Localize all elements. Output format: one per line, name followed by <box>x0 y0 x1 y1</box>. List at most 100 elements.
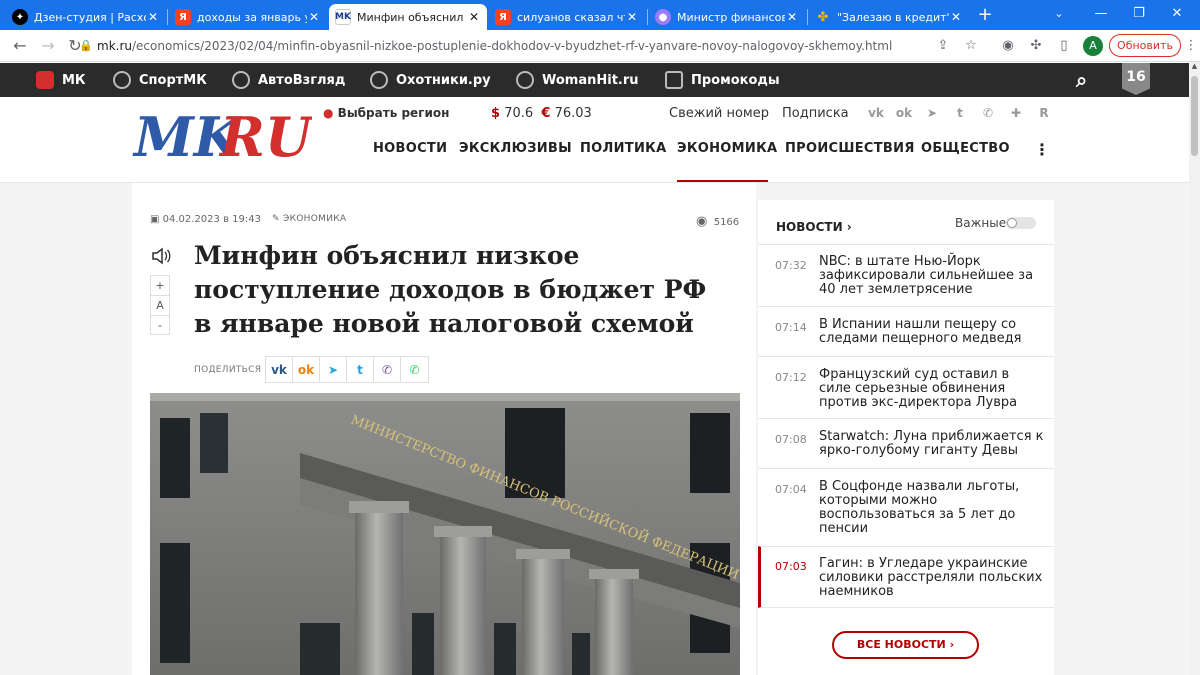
extension-icon[interactable]: ◉ <box>999 37 1017 55</box>
subscription-link[interactable]: Подписка <box>782 106 849 121</box>
news-item[interactable]: 07:12 Французский суд оставил в силе сер… <box>758 356 1054 418</box>
article-date: ▣ 04.02.2023 в 19:43 <box>150 214 261 225</box>
browser-tab-active[interactable]: MK Минфин объяснил ни ✕ <box>329 4 487 30</box>
share-whatsapp-icon[interactable]: ✆ <box>401 357 428 382</box>
toggle-knob <box>1007 218 1017 228</box>
page-scrollbar[interactable]: ▲ <box>1189 62 1200 675</box>
close-tab-icon[interactable]: ✕ <box>307 10 321 24</box>
browser-tab[interactable]: Я доходы за январь упа ✕ <box>169 4 327 30</box>
close-tab-icon[interactable]: ✕ <box>467 10 481 24</box>
puzzle-icon[interactable]: ✣ <box>1027 37 1045 55</box>
browser-tab[interactable]: ● Министр финансов Р ✕ <box>649 4 805 30</box>
vk-icon[interactable]: vk <box>867 104 885 122</box>
yandex-icon: Я <box>175 9 191 25</box>
pencil-icon: ✎ <box>272 214 280 224</box>
close-tab-icon[interactable]: ✕ <box>146 10 160 24</box>
news-item[interactable]: 07:04 В Соцфонде назвали льготы, которым… <box>758 468 1054 546</box>
network-link-womanhit[interactable]: WomanHit.ru <box>516 63 639 97</box>
search-icon[interactable]: ⌕ <box>1076 63 1087 97</box>
lock-icon[interactable]: 🔒 <box>77 37 95 55</box>
viber-icon[interactable]: ✆ <box>979 104 997 122</box>
profile-avatar[interactable]: A <box>1083 36 1103 56</box>
tab-title: "Залезаю в кредит": с <box>837 10 949 24</box>
new-tab-button[interactable]: + <box>974 6 996 26</box>
bookmark-star-icon[interactable]: ☆ <box>962 37 980 55</box>
font-decrease-button[interactable]: - <box>151 316 169 336</box>
share-vk-icon[interactable]: vk <box>266 357 293 382</box>
share-telegram-icon[interactable]: ➤ <box>320 357 347 382</box>
browser-tab[interactable]: Я силуанов сказал что ✕ <box>489 4 645 30</box>
scroll-up-arrow-icon[interactable]: ▲ <box>1189 62 1200 73</box>
font-reset-button[interactable]: A <box>151 296 169 316</box>
network-link-ohotniki[interactable]: Охотники.ру <box>370 63 491 97</box>
more-menu-icon[interactable]: ⋮ <box>1034 140 1050 159</box>
menu-item-incidents[interactable]: ПРОИСШЕСТВИЯ <box>785 141 915 156</box>
percent-tag-icon <box>665 71 683 89</box>
share-page-icon[interactable]: ⇪ <box>934 37 952 55</box>
female-icon <box>516 71 534 89</box>
news-time: 07:14 <box>775 321 807 334</box>
mkru-logo[interactable]: MK RU <box>132 106 312 164</box>
article-category-text: ЭКОНОМИКА <box>283 214 347 224</box>
font-size-control: + A - <box>150 275 170 335</box>
network-link-autovzglyad[interactable]: АвтоВзгляд <box>232 63 345 97</box>
close-tab-icon[interactable]: ✕ <box>625 10 639 24</box>
telegram-icon[interactable]: ➤ <box>923 104 941 122</box>
share-ok-icon[interactable]: ok <box>293 357 320 382</box>
target-icon <box>370 71 388 89</box>
close-window-button[interactable]: ✕ <box>1154 0 1200 30</box>
news-item[interactable]: 07:32 NBC: в штате Нью-Йорк зафиксировал… <box>758 244 1054 306</box>
browser-tab[interactable]: ✦ Дзен-студия | Расходы ✕ <box>6 4 166 30</box>
tab-title: Минфин объяснил ни <box>357 10 467 24</box>
network-link-label: СпортМК <box>139 72 207 88</box>
menu-item-politics[interactable]: ПОЛИТИКА <box>580 141 666 156</box>
share-twitter-icon[interactable]: t <box>347 357 374 382</box>
region-selector[interactable]: ● Выбрать регион <box>323 106 449 120</box>
mk-icon: MK <box>335 9 351 25</box>
news-text: В Испании нашли пещеру со следами пещерн… <box>819 317 1022 346</box>
url-path: /economics/2023/02/04/minfin-obyasnil-ni… <box>132 39 893 53</box>
close-tab-icon[interactable]: ✕ <box>785 10 799 24</box>
newspaper-icon <box>36 71 54 89</box>
important-toggle[interactable] <box>1006 217 1036 229</box>
odnoklassniki-icon[interactable]: ok <box>895 104 913 122</box>
back-arrow-icon[interactable]: ← <box>10 36 30 56</box>
share-viber-icon[interactable]: ✆ <box>374 357 401 382</box>
twitter-icon[interactable]: t <box>951 104 969 122</box>
all-news-button[interactable]: ВСЕ НОВОСТИ › <box>832 631 979 659</box>
news-text: Французский суд оставил в силе серьезные… <box>819 367 1018 410</box>
menu-item-news[interactable]: НОВОСТИ <box>373 141 447 156</box>
article-category[interactable]: ✎ ЭКОНОМИКА <box>272 214 346 224</box>
menu-kebab-icon[interactable]: ⋮ <box>1182 37 1200 55</box>
menu-item-society[interactable]: ОБЩЕСТВО <box>921 141 1010 156</box>
network-link-mk[interactable]: МК <box>36 63 86 97</box>
menu-item-exclusives[interactable]: ЭКСКЛЮЗИВЫ <box>459 141 572 156</box>
forward-arrow-icon[interactable]: → <box>38 36 58 56</box>
url-host: mk.ru <box>97 39 132 53</box>
address-bar[interactable]: mk.ru/economics/2023/02/04/minfin-obyasn… <box>97 35 987 57</box>
browser-tab-strip: ✦ Дзен-студия | Расходы ✕ Я доходы за ян… <box>0 0 1200 30</box>
network-link-sportmk[interactable]: СпортМК <box>113 63 207 97</box>
update-button[interactable]: Обновить <box>1109 34 1181 57</box>
menu-item-economy[interactable]: ЭКОНОМИКА <box>677 141 777 156</box>
rss-icon[interactable]: R <box>1035 104 1053 122</box>
fresh-issue-link[interactable]: Свежий номер <box>669 106 769 121</box>
article-views: ◉ 5166 <box>696 214 739 229</box>
news-item[interactable]: 07:08 Starwatch: Луна приближается к ярк… <box>758 418 1054 468</box>
network-link-promocodes[interactable]: Промокоды <box>665 63 780 97</box>
news-item[interactable]: 07:14 В Испании нашли пещеру со следами … <box>758 306 1054 356</box>
tab-search-icon[interactable]: ⌄ <box>1036 0 1082 30</box>
scrollbar-thumb[interactable] <box>1191 76 1198 156</box>
news-text: В Соцфонде назвали льготы, которыми можн… <box>819 479 1020 536</box>
news-item-highlighted[interactable]: 07:03 Гагин: в Угледаре украинские силов… <box>758 546 1054 608</box>
news-time: 07:08 <box>775 433 807 446</box>
tab-title: силуанов сказал что <box>517 10 625 24</box>
plus-icon[interactable]: ✚ <box>1007 104 1025 122</box>
ball-icon <box>113 71 131 89</box>
browser-tab[interactable]: ✤ "Залезаю в кредит": с ✕ <box>809 4 969 30</box>
close-tab-icon[interactable]: ✕ <box>949 10 963 24</box>
speaker-icon[interactable] <box>150 245 172 267</box>
side-panel-icon[interactable]: ▯ <box>1055 37 1073 55</box>
font-increase-button[interactable]: + <box>151 276 169 296</box>
sidebar-news-title[interactable]: НОВОСТИ › <box>776 220 852 234</box>
